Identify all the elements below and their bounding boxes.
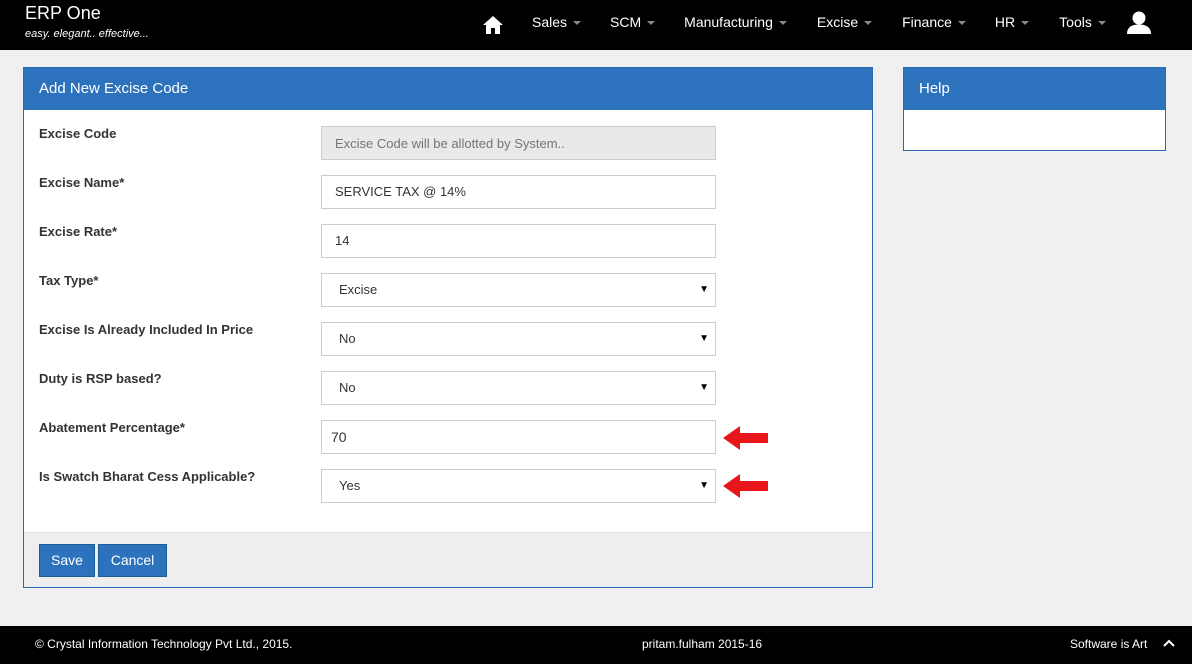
brand[interactable]: ERP One easy. elegant.. effective... (25, 3, 149, 40)
panel-footer: Save Cancel (24, 532, 872, 587)
nav-home[interactable] (470, 0, 516, 50)
caret-down-icon (1021, 21, 1030, 26)
nav-item-label: Excise (816, 14, 859, 30)
excise-rate-input[interactable]: 14 (321, 224, 716, 258)
excise-included-select[interactable]: No ▼ (321, 322, 716, 356)
nav-item-sales[interactable]: Sales (532, 0, 582, 50)
nav-item-finance[interactable]: Finance (902, 0, 966, 50)
field-label: Excise Name* (39, 175, 125, 190)
swatch-bharat-select[interactable]: Yes ▼ (321, 469, 716, 503)
save-button[interactable]: Save (39, 544, 95, 577)
field-label: Excise Rate* (39, 224, 118, 239)
dropdown-arrow-icon: ▼ (699, 480, 709, 491)
excise-code-input (321, 126, 716, 160)
select-value: Excise (339, 282, 378, 297)
field-label: Is Swatch Bharat Cess Applicable? (39, 469, 256, 484)
select-value: No (339, 331, 356, 346)
dropdown-arrow-icon: ▼ (699, 333, 709, 344)
field-label: Excise Is Already Included In Price (39, 322, 254, 337)
caret-down-icon (647, 21, 656, 26)
annotation-arrow-icon (723, 426, 768, 450)
user-session-text: pritam.fulham 2015-16 (642, 637, 763, 651)
caret-down-icon (573, 21, 582, 26)
app-title: ERP One (25, 3, 101, 23)
duty-rsp-select[interactable]: No ▼ (321, 371, 716, 405)
dropdown-arrow-icon: ▼ (699, 382, 709, 393)
app-tagline: easy. elegant.. effective... (25, 28, 149, 40)
help-panel: Help (903, 67, 1166, 151)
user-menu[interactable] (1126, 10, 1152, 36)
nav-item-hr[interactable]: HR (994, 0, 1030, 50)
user-icon (1127, 11, 1151, 34)
nav-item-tools[interactable]: Tools (1059, 0, 1106, 50)
nav-item-label: Sales (532, 14, 568, 30)
nav-item-excise[interactable]: Excise (816, 0, 873, 50)
panel-title: Add New Excise Code (24, 68, 872, 110)
caret-down-icon (864, 21, 873, 26)
top-navbar: ERP One easy. elegant.. effective... Sal… (0, 0, 1192, 50)
page-footer: © Crystal Information Technology Pvt Ltd… (0, 626, 1192, 664)
nav-item-scm[interactable]: SCM (610, 0, 656, 50)
caret-down-icon (1097, 21, 1106, 26)
nav-item-label: SCM (610, 14, 642, 30)
help-title: Help (904, 68, 1165, 110)
field-label: Duty is RSP based? (39, 371, 162, 386)
annotation-arrow-icon (723, 474, 768, 498)
nav-item-label: Tools (1059, 14, 1092, 30)
home-icon (483, 16, 503, 34)
main-nav: Sales SCM Manufacturing Excise Finance H… (470, 0, 1106, 50)
field-label: Excise Code (39, 126, 117, 141)
nav-item-manufacturing[interactable]: Manufacturing (684, 0, 787, 50)
add-excise-code-panel: Add New Excise Code Excise Code Excise N… (23, 67, 873, 588)
cancel-button[interactable]: Cancel (98, 544, 167, 577)
copyright-text: © Crystal Information Technology Pvt Ltd… (35, 637, 293, 651)
field-label: Tax Type* (39, 273, 99, 288)
select-value: Yes (339, 478, 361, 493)
caret-down-icon (957, 21, 966, 26)
nav-item-label: Manufacturing (684, 14, 773, 30)
excise-name-input[interactable]: SERVICE TAX @ 14% (321, 175, 716, 209)
field-label: Abatement Percentage* (39, 420, 185, 435)
chevron-up-icon[interactable] (1163, 639, 1175, 647)
abatement-percentage-input[interactable]: 70 (321, 420, 716, 454)
dropdown-arrow-icon: ▼ (699, 284, 709, 295)
caret-down-icon (778, 21, 787, 26)
tax-type-select[interactable]: Excise ▼ (321, 273, 716, 307)
motto-text: Software is Art (1070, 637, 1148, 651)
select-value: No (339, 380, 356, 395)
nav-item-label: Finance (902, 14, 952, 30)
nav-item-label: HR (994, 14, 1016, 30)
